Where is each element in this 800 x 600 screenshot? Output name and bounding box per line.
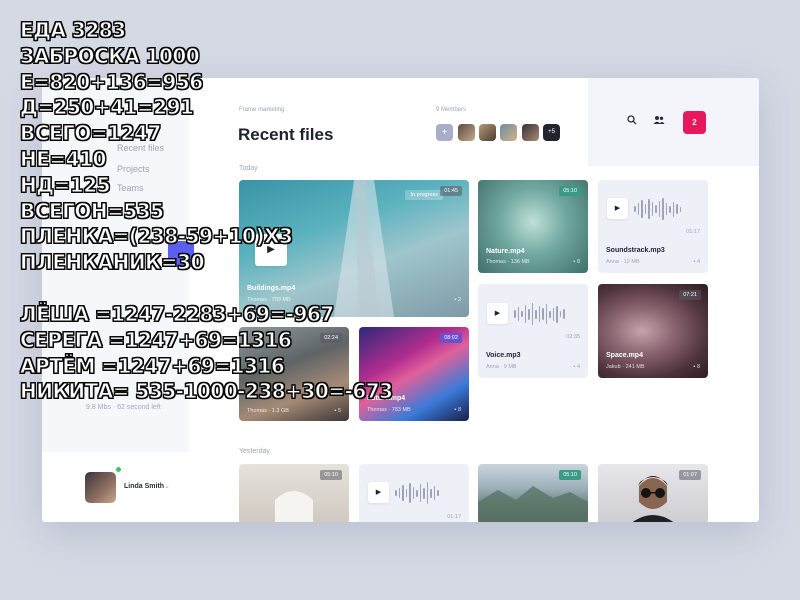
online-status-dot xyxy=(114,465,123,474)
duration-badge: 01:07 xyxy=(679,470,701,480)
play-button[interactable]: ▶ xyxy=(368,482,389,503)
overlay-annotations: ЕДА 3283 ЗАБРОСКА 1000 Е=820+136=956 Д=2… xyxy=(20,18,394,405)
status-badge: In progress xyxy=(405,190,443,200)
file-card[interactable]: ▶ 01:17 xyxy=(359,464,469,522)
comment-icon: ▪ xyxy=(454,297,457,303)
comment-count: ▪ 8 xyxy=(573,259,580,265)
overlay-line: ВСЕГОН=535 xyxy=(20,198,165,223)
chevron-down-icon[interactable]: ⌄ xyxy=(164,482,170,490)
member-avatar[interactable] xyxy=(500,124,517,141)
waveform xyxy=(395,481,439,505)
comment-icon: ▪ xyxy=(693,259,696,265)
overlay-line: ВСЕГО=1247 xyxy=(20,121,162,146)
comment-count: ▪ 5 xyxy=(334,408,341,414)
members-label: 9 Members xyxy=(436,107,467,113)
duration-badge: 07:21 xyxy=(679,290,701,300)
file-meta: Anna · 9 MB xyxy=(486,364,517,370)
overlay-line: НД=125 xyxy=(20,172,112,197)
comment-icon: ▪ xyxy=(454,407,457,413)
duration-label: 01:17 xyxy=(447,514,461,520)
waveform xyxy=(634,197,681,221)
plus-icon: + xyxy=(441,127,448,138)
file-name: Space.mp4 xyxy=(606,352,643,359)
overlay-line: НЕ=410 xyxy=(20,146,107,171)
duration-label: 02:35 xyxy=(566,334,580,340)
duration-label: 01:17 xyxy=(686,229,700,235)
comment-icon: ▪ xyxy=(334,408,337,414)
member-avatar[interactable] xyxy=(479,124,496,141)
comment-count: ▪ 4 xyxy=(573,364,580,370)
file-meta: Thomas · 136 MB xyxy=(486,259,530,265)
member-avatar[interactable] xyxy=(522,124,539,141)
comment-count: ▪ 8 xyxy=(454,407,461,413)
file-card[interactable]: 05:10 Nature.mp4 Thomas · 136 MB ▪ 8 xyxy=(478,180,588,273)
comment-count: ▪ 8 xyxy=(693,364,700,370)
file-name: Voice.mp3 xyxy=(486,352,521,359)
section-label-yesterday: Yesterday xyxy=(239,448,270,455)
play-button[interactable]: ▶ xyxy=(607,198,628,219)
add-member-button[interactable]: + xyxy=(436,124,453,141)
play-icon: ▶ xyxy=(494,310,501,317)
file-meta: Thomas · 1.3 GB xyxy=(247,408,289,414)
overlay-line: НИКИТА= 535-1000-238+30=-673 xyxy=(20,379,394,404)
overlay-line: ЛЁША =1247-2283+69=-967 xyxy=(20,301,335,326)
duration-badge: 01:45 xyxy=(440,186,462,196)
overlay-line: ПЛЕНКАНИК=30 xyxy=(20,250,206,275)
comment-icon: ▪ xyxy=(573,259,576,265)
file-meta: Jakub · 241 MB xyxy=(606,364,645,370)
file-card[interactable]: 05:10 xyxy=(239,464,349,522)
file-name: Nature.mp4 xyxy=(486,248,525,255)
file-meta: Thomas · 783 MB xyxy=(367,407,411,413)
more-members-button[interactable]: +5 xyxy=(543,124,560,141)
play-icon: ▶ xyxy=(614,205,621,212)
overlay-line: ПЛЕНКА=(238-59+10)Х3 xyxy=(20,224,294,249)
search-icon[interactable] xyxy=(627,115,637,128)
overlay-line: Д=250+41=291 xyxy=(20,95,195,120)
people-icon[interactable] xyxy=(653,115,665,128)
play-icon: ▶ xyxy=(375,489,382,496)
overlay-line: Е=820+136=956 xyxy=(20,69,204,94)
notification-badge[interactable]: 2 xyxy=(683,111,706,134)
duration-badge: 05:10 xyxy=(559,186,581,196)
file-meta: Anna · 12 MB xyxy=(606,259,640,265)
file-card[interactable]: ▶ 01:17 Soundstrack.mp3 Anna · 12 MB ▪ 4 xyxy=(598,180,708,273)
comment-count: ▪ 2 xyxy=(454,297,461,303)
avatar[interactable] xyxy=(85,472,116,503)
comment-count: ▪ 4 xyxy=(693,259,700,265)
member-avatar[interactable] xyxy=(458,124,475,141)
file-card[interactable]: 07:21 Space.mp4 Jakub · 241 MB ▪ 8 xyxy=(598,284,708,378)
play-button[interactable]: ▶ xyxy=(487,303,508,324)
file-card[interactable]: ▶ 02:35 Voice.mp3 Anna · 9 MB ▪ 4 xyxy=(478,284,588,378)
comment-icon: ▪ xyxy=(693,364,696,370)
file-name: Soundstrack.mp3 xyxy=(606,247,665,254)
toolbar-panel xyxy=(588,78,759,166)
duration-badge: 05:10 xyxy=(320,470,342,480)
file-card[interactable]: 01:07 xyxy=(598,464,708,522)
comment-icon: ▪ xyxy=(573,364,576,370)
overlay-line: ЕДА 3283 xyxy=(20,18,127,43)
duration-badge: 05:10 xyxy=(559,470,581,480)
file-card[interactable]: 05:10 xyxy=(478,464,588,522)
user-name[interactable]: Linda Smith xyxy=(124,483,164,490)
overlay-line: СЕРЕГА =1247+69=1316 xyxy=(20,327,293,352)
duration-badge: 08:02 xyxy=(440,333,462,343)
overlay-line: ЗАБРОСКА 1000 xyxy=(20,43,201,68)
overlay-line: АРТЁМ =1247+69=1316 xyxy=(20,353,286,378)
waveform xyxy=(514,302,565,326)
